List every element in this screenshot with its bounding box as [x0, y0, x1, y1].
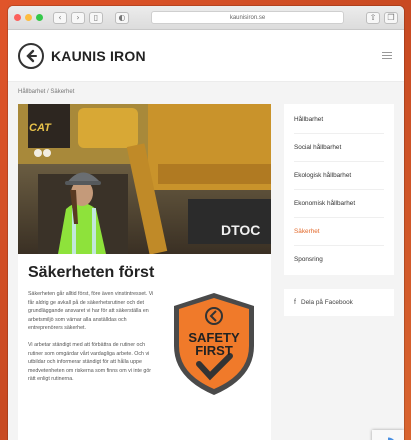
forward-button[interactable]: › — [71, 11, 85, 24]
tabs-icon[interactable]: ❐ — [384, 11, 398, 24]
close-window-button[interactable] — [14, 14, 21, 21]
article-paragraph: Vi arbetar ständigt med att förbättra de… — [28, 341, 152, 383]
article-card: CAT DTOC Säkerheten först Säkerheten går… — [18, 104, 271, 440]
sidebar-item-social-hallbarhet[interactable]: Social hållbarhet — [294, 134, 384, 162]
sidebar-toggle-icon[interactable]: ▯ — [89, 11, 103, 24]
address-bar[interactable]: kaunisiron.se — [151, 11, 344, 24]
badge-line2: FIRST — [195, 343, 233, 358]
browser-toolbar: ‹ › ▯ ◐ kaunisiron.se ⇧ ❐ — [8, 6, 404, 30]
sidebar-item-ekologisk-hallbarhet[interactable]: Ekologisk hållbarhet — [294, 162, 384, 190]
site-header: KAUNIS IRON — [8, 30, 404, 82]
sidebar-item-ekonomisk-hallbarhet[interactable]: Ekonomisk hållbarhet — [294, 190, 384, 218]
hero-image: CAT DTOC — [18, 104, 271, 254]
safety-first-badge: SAFETY FIRST — [170, 290, 258, 398]
share-icon[interactable]: ⇧ — [366, 11, 380, 24]
browser-window: ‹ › ▯ ◐ kaunisiron.se ⇧ ❐ KAUNIS IRON Hå… — [8, 6, 404, 440]
menu-hamburger-icon[interactable] — [382, 52, 392, 59]
share-facebook-button[interactable]: f Dela på Facebook — [284, 289, 394, 316]
share-facebook-label: Dela på Facebook — [300, 299, 353, 306]
minimize-window-button[interactable] — [25, 14, 32, 21]
sidebar-item-sakerhet[interactable]: Säkerhet — [294, 218, 384, 246]
kaunis-iron-logo-icon[interactable] — [18, 42, 44, 69]
sidebar-item-hallbarhet[interactable]: Hållbarhet — [294, 106, 384, 134]
back-button[interactable]: ‹ — [53, 11, 67, 24]
facebook-icon: f — [294, 299, 296, 306]
site-brand[interactable]: KAUNIS IRON — [51, 48, 146, 64]
hero-sign-text: CAT — [29, 122, 51, 134]
url-text: kaunisiron.se — [229, 14, 266, 21]
privacy-icon[interactable]: ◐ — [115, 11, 129, 24]
article-body: Säkerheten först Säkerheten går alltid f… — [18, 254, 271, 402]
recaptcha-badge[interactable] — [372, 430, 404, 440]
sidebar-item-sponsring[interactable]: Sponsring — [294, 246, 384, 273]
article-paragraph: Säkerheten går alltid först, före även v… — [28, 291, 154, 332]
web-page: KAUNIS IRON Hållbarhet / Säkerhet CAT DT… — [8, 30, 404, 440]
article-title: Säkerheten först — [28, 264, 155, 281]
zoom-window-button[interactable] — [36, 14, 43, 21]
breadcrumb: Hållbarhet / Säkerhet — [18, 89, 75, 95]
hero-truck-text: DTOC — [221, 222, 261, 238]
sidebar: Hållbarhet Social hållbarhet Ekologisk h… — [284, 104, 394, 316]
sidebar-menu: Hållbarhet Social hållbarhet Ekologisk h… — [284, 104, 394, 275]
